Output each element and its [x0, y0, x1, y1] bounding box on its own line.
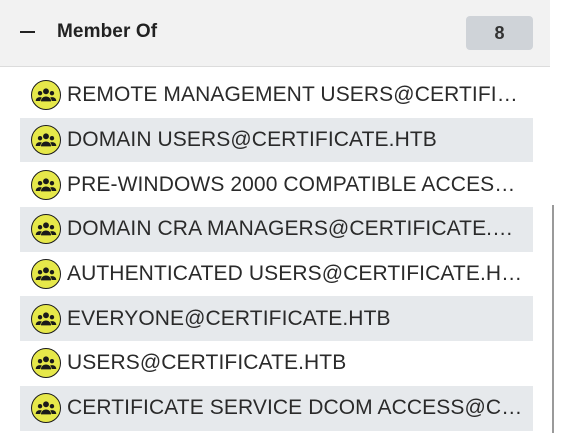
- group-name: PRE-WINDOWS 2000 COMPATIBLE ACCESS@CERTI…: [67, 172, 523, 196]
- list-item[interactable]: AUTHENTICATED USERS@CERTIFICATE.HTB: [20, 252, 533, 297]
- list-item[interactable]: CERTIFICATE SERVICE DCOM ACCESS@CERTIFIC…: [20, 385, 533, 431]
- list-item[interactable]: USERS@CERTIFICATE.HTB: [20, 341, 533, 386]
- group-name: USERS@CERTIFICATE.HTB: [67, 351, 347, 375]
- group-name: EVERYONE@CERTIFICATE.HTB: [67, 306, 391, 330]
- group-name: CERTIFICATE SERVICE DCOM ACCESS@CERTIFIC…: [67, 396, 523, 420]
- member-of-header[interactable]: Member Of 8: [0, 0, 550, 67]
- list-item[interactable]: DOMAIN USERS@CERTIFICATE.HTB: [20, 117, 533, 163]
- group-icon: [31, 348, 61, 379]
- collapse-icon[interactable]: [12, 17, 42, 47]
- section-title: Member Of: [57, 21, 158, 42]
- group-name: AUTHENTICATED USERS@CERTIFICATE.HTB: [67, 262, 523, 286]
- list-item[interactable]: PRE-WINDOWS 2000 COMPATIBLE ACCESS@CERTI…: [20, 162, 533, 207]
- group-name: DOMAIN CRA MANAGERS@CERTIFICATE.HTB: [67, 217, 523, 241]
- list-item[interactable]: EVERYONE@CERTIFICATE.HTB: [20, 296, 533, 342]
- group-icon: [31, 80, 61, 111]
- member-of-panel: Member Of 8 REMOTE MANAGEMENT USERS@CERT…: [0, 0, 563, 433]
- group-list: REMOTE MANAGEMENT USERS@CERTIFICATE.HTB …: [20, 73, 533, 431]
- group-name: REMOTE MANAGEMENT USERS@CERTIFICATE.HTB: [67, 83, 523, 107]
- group-icon: [31, 303, 61, 334]
- group-icon: [31, 125, 61, 156]
- count-badge: 8: [466, 16, 533, 50]
- list-item[interactable]: DOMAIN CRA MANAGERS@CERTIFICATE.HTB: [20, 207, 533, 252]
- group-name: DOMAIN USERS@CERTIFICATE.HTB: [67, 128, 437, 152]
- scrollbar[interactable]: [552, 205, 554, 433]
- group-icon: [31, 214, 61, 245]
- list-item[interactable]: REMOTE MANAGEMENT USERS@CERTIFICATE.HTB: [20, 73, 533, 118]
- group-icon: [31, 169, 61, 200]
- group-icon: [31, 259, 61, 290]
- group-icon: [31, 393, 61, 424]
